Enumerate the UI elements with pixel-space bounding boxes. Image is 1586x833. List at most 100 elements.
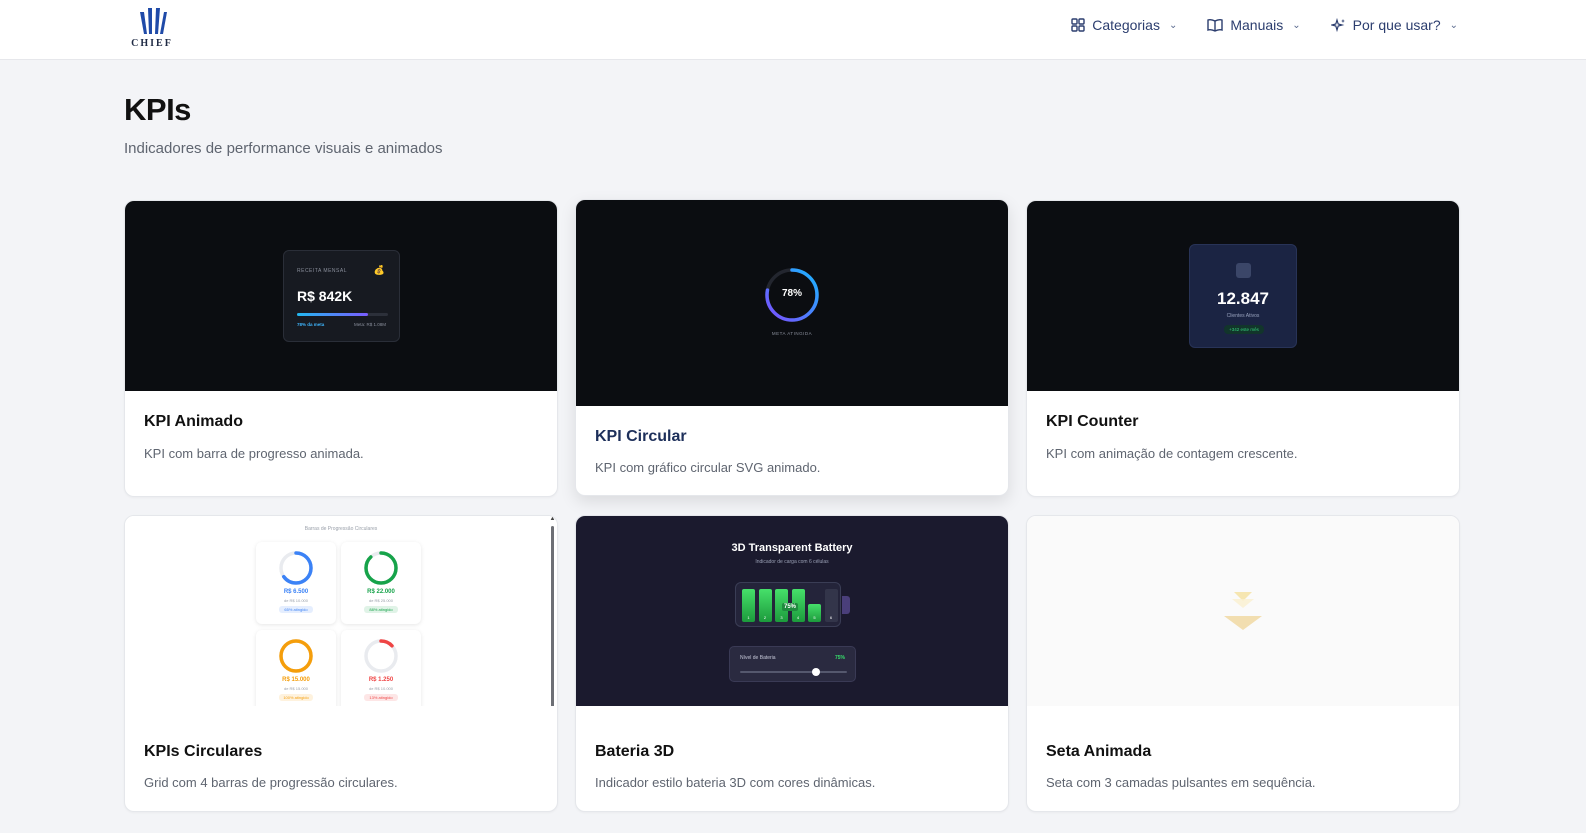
animated-arrow-icon (1222, 588, 1264, 643)
card-title: KPI Circular (595, 428, 687, 445)
chevron-down-icon: ⌄ (1168, 19, 1178, 31)
progress-tile: R$ 6.500 de R$ 10.000 65% atingido (256, 542, 336, 624)
kpi-label: Clientes Ativos (1226, 313, 1260, 319)
card-bateria-3d[interactable]: 3D Transparent Battery Indicador de carg… (575, 515, 1009, 812)
money-bag-icon: 💰 (373, 265, 385, 275)
progress-fill (297, 313, 368, 316)
tile-percent: 65% atingido (279, 606, 313, 613)
progress-bar (297, 313, 388, 316)
cell-number: 1 (747, 615, 750, 620)
progress-tile: R$ 1.250 de R$ 10.000 13% atingido (341, 630, 421, 706)
counter-widget: 12.847 Clientes Ativos +342 este mês (1189, 244, 1297, 348)
card-description: KPI com gráfico circular SVG animado. (595, 460, 821, 475)
cell-number: 4 (796, 615, 800, 620)
battery-cell: 1 (742, 589, 755, 622)
nav-label: Por que usar? (1352, 17, 1441, 33)
card-description: Indicador estilo bateria 3D com cores di… (595, 775, 876, 790)
slider-knob[interactable] (812, 668, 820, 676)
card-kpi-counter[interactable]: 12.847 Clientes Ativos +342 este mês KPI… (1026, 200, 1460, 497)
card-title: Bateria 3D (595, 743, 675, 760)
card-preview: RECEITA MENSAL 💰 R$ 842K 78% da meta Met… (125, 201, 557, 391)
circular-progress: 78% (763, 266, 821, 324)
battery-level: 75% (782, 603, 799, 611)
nav-categorias[interactable]: Categorias ⌄ (1071, 17, 1177, 33)
progress-ring (279, 639, 313, 673)
logo-text: CHIEF (131, 38, 173, 49)
battery-cell: 5 (808, 604, 821, 622)
card-preview: 3D Transparent Battery Indicador de carg… (576, 516, 1008, 706)
tile-detail: de R$ 10.000 (368, 686, 394, 691)
progress-label: 78% da meta (297, 322, 325, 327)
card-preview: 12.847 Clientes Ativos +342 este mês (1027, 201, 1459, 391)
users-icon (1236, 263, 1251, 278)
battery-control-panel: Nível de Bateria 75% (729, 646, 856, 682)
card-kpi-circular[interactable]: 78% META ATINGIDA KPI Circular KPI com g… (575, 199, 1009, 496)
growth-badge: +342 este mês (1224, 325, 1264, 334)
tile-detail: de R$ 15.000 (283, 686, 309, 691)
battery-heading: 3D Transparent Battery (731, 542, 853, 554)
tile-value: R$ 15.000 (282, 677, 310, 683)
cell-number: 5 (813, 615, 816, 620)
card-description: KPI com barra de progresso animada. (144, 446, 364, 461)
card-kpis-circulares[interactable]: Barras de Progressão Circulares R$ 6.500… (124, 515, 558, 812)
scroll-up-arrow[interactable]: ▲ (549, 516, 556, 522)
slider-value: 75% (834, 655, 845, 661)
card-description: Grid com 4 barras de progressão circular… (144, 775, 398, 790)
goal-label: Meta: R$ 1.08M (353, 322, 386, 327)
kpi-widget: RECEITA MENSAL 💰 R$ 842K 78% da meta Met… (283, 250, 400, 342)
tile-percent: 13% atingido (364, 694, 398, 701)
kpi-label: RECEITA MENSAL (297, 268, 347, 274)
top-navigation-bar: CHIEF Categorias ⌄ Manuais ⌄ Por que usa… (0, 0, 1586, 60)
progress-ring (364, 551, 398, 585)
page-title: KPIs (124, 92, 191, 127)
tile-percent: 88% atingido (364, 606, 398, 613)
progress-tile: R$ 22.000 de R$ 25.000 88% atingido (341, 542, 421, 624)
main-nav: Categorias ⌄ Manuais ⌄ Por que usar? ⌄ (1071, 17, 1458, 33)
progress-ring (364, 639, 398, 673)
nav-por-que-usar[interactable]: Por que usar? ⌄ (1330, 17, 1458, 33)
card-kpi-animado[interactable]: RECEITA MENSAL 💰 R$ 842K 78% da meta Met… (124, 200, 558, 497)
card-title: Seta Animada (1046, 743, 1152, 760)
tile-percent: 100% atingido (279, 694, 313, 701)
battery-subheading: Indicador de carga com 6 células (755, 559, 829, 565)
nav-manuais[interactable]: Manuais ⌄ (1207, 17, 1301, 33)
sparkles-icon (1330, 17, 1345, 32)
battery-cell: 6 (824, 589, 838, 622)
grid-heading: Barras de Progressão Circulares (304, 526, 378, 532)
card-seta-animada[interactable]: Seta Animada Seta com 3 camadas pulsante… (1026, 515, 1460, 812)
page-subtitle: Indicadores de performance visuais e ani… (124, 140, 443, 157)
chevron-down-icon: ⌄ (1449, 19, 1458, 31)
kpi-value: 12.847 (1217, 289, 1269, 308)
chief-logo[interactable]: CHIEF (128, 8, 176, 56)
battery-cap (842, 596, 850, 614)
grid-icon (1071, 18, 1085, 32)
scrollbar-thumb[interactable] (551, 526, 554, 706)
card-preview (1027, 516, 1459, 706)
battery-cell: 2 (758, 589, 772, 622)
card-title: KPI Counter (1046, 413, 1139, 430)
card-description: KPI com animação de contagem crescente. (1046, 446, 1298, 461)
progress-ring (279, 551, 313, 585)
nav-label: Categorias (1092, 17, 1160, 33)
slider-track[interactable] (740, 671, 847, 673)
progress-tile: R$ 15.000 de R$ 15.000 100% atingido (256, 630, 336, 706)
kpi-label: META ATINGIDA (771, 331, 813, 336)
book-icon (1207, 18, 1224, 32)
card-title: KPI Animado (144, 413, 243, 430)
tile-detail: de R$ 25.000 (368, 598, 394, 603)
slider-label: Nível de Bateria (740, 655, 776, 661)
card-preview: Barras de Progressão Circulares R$ 6.500… (125, 516, 557, 706)
card-description: Seta com 3 camadas pulsantes em sequênci… (1046, 775, 1316, 790)
nav-label: Manuais (1230, 17, 1284, 33)
chevron-down-icon: ⌄ (1292, 19, 1301, 31)
card-title: KPIs Circulares (144, 743, 263, 760)
kpi-value: R$ 842K (297, 288, 353, 304)
tile-value: R$ 6.500 (283, 589, 309, 595)
tile-value: R$ 22.000 (367, 589, 395, 595)
kpi-value: 78% (781, 288, 802, 299)
cell-number: 3 (780, 615, 783, 620)
cell-number: 2 (763, 615, 767, 620)
tile-value: R$ 1.250 (368, 677, 394, 683)
card-preview: 78% META ATINGIDA (576, 200, 1008, 406)
cell-number: 6 (829, 615, 833, 620)
